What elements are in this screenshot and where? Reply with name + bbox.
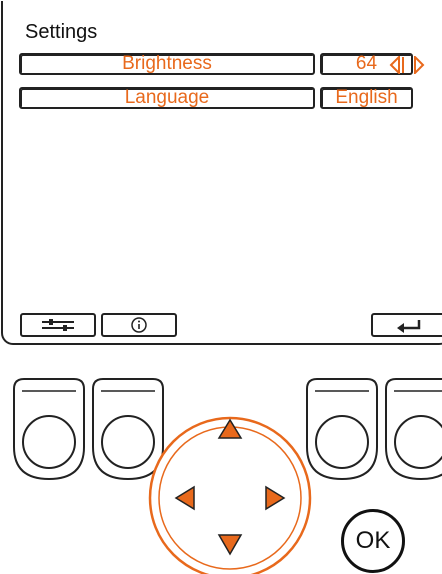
info-icon (131, 317, 147, 333)
dpad[interactable] (148, 413, 312, 574)
softkey-4[interactable] (384, 377, 442, 481)
setting-label-brightness[interactable]: Brightness (19, 53, 315, 75)
ok-button[interactable]: OK (341, 509, 405, 573)
sliders-icon (42, 319, 74, 331)
screen-title: Settings (25, 21, 98, 43)
setting-value-language[interactable]: English (320, 87, 413, 109)
setting-label-language[interactable]: Language (19, 87, 315, 109)
info-button[interactable] (101, 313, 177, 337)
back-arrow-icon (397, 320, 421, 333)
left-right-arrows-icon[interactable] (389, 56, 425, 74)
display-screen: Settings Brightness 64 Language English (1, 1, 442, 345)
softkey-1[interactable] (12, 377, 86, 481)
back-button[interactable] (371, 313, 442, 337)
softkey-3[interactable] (305, 377, 379, 481)
settings-button[interactable] (20, 313, 96, 337)
